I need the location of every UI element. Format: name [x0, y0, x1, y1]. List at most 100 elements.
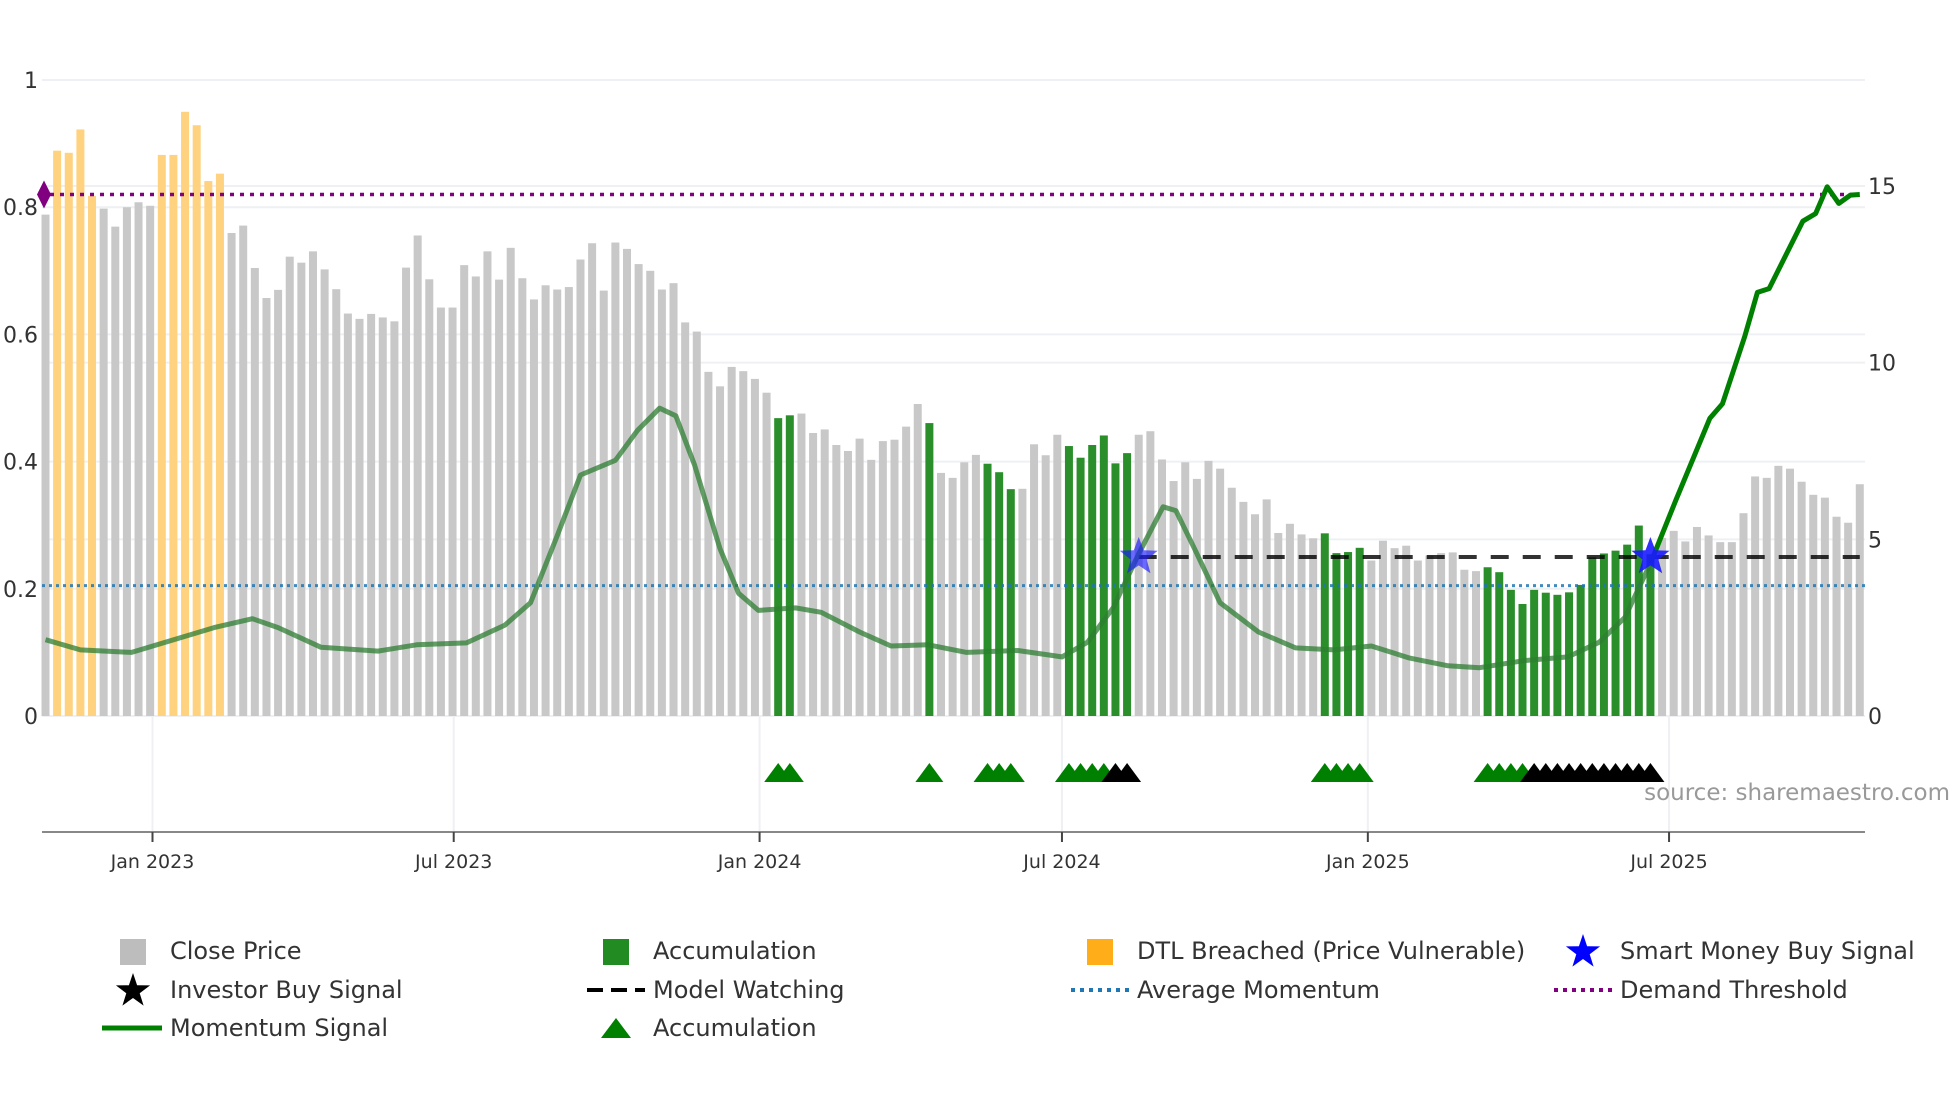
close-price-bar — [1809, 494, 1818, 716]
accumulation-bar — [1332, 553, 1341, 716]
close-price-bar — [820, 429, 829, 716]
close-price-bar — [343, 313, 352, 716]
accumulation-bar — [1495, 572, 1504, 716]
left-axis-tick-label: 1 — [24, 69, 38, 94]
dtl-breached-bar — [76, 129, 85, 716]
close-price-bar — [809, 432, 818, 716]
close-price-bar — [913, 404, 922, 716]
dtl-breached-bar — [169, 154, 178, 716]
close-price-bar — [762, 392, 771, 716]
close-price-bar — [727, 366, 736, 716]
close-price-bar — [1820, 497, 1829, 716]
close-price-bar — [890, 439, 899, 716]
close-price-bar — [355, 318, 364, 716]
close-price-bar — [1251, 514, 1260, 716]
accumulation-bar — [995, 472, 1004, 716]
close-price-bar — [739, 371, 748, 716]
close-price-bar — [1844, 522, 1853, 716]
close-price-bar — [471, 276, 480, 716]
close-price-bar — [832, 444, 841, 716]
close-price-bar — [1157, 459, 1166, 716]
left-axis-tick-label: 0.2 — [3, 578, 38, 603]
close-price-bar — [1855, 484, 1864, 716]
accumulation-bar — [1646, 554, 1655, 716]
close-price-bar — [297, 262, 306, 716]
close-price-bar — [843, 451, 852, 716]
accumulation-bar — [1099, 435, 1108, 716]
close-price-bar — [704, 371, 713, 716]
close-price-bar — [250, 267, 259, 716]
close-price-bar — [681, 322, 690, 716]
close-price-bar — [518, 278, 527, 716]
close-price-bar — [1297, 534, 1306, 716]
close-price-bar — [529, 299, 538, 716]
close-price-bar — [960, 462, 969, 716]
close-price-bar — [1425, 555, 1434, 716]
close-price-bar — [146, 205, 155, 716]
close-price-bar — [1018, 488, 1027, 716]
close-price-bar — [134, 202, 143, 717]
close-price-bar — [285, 256, 294, 716]
close-price-bar — [436, 307, 445, 716]
accumulation-triangle — [915, 763, 944, 782]
close-price-bar — [1751, 476, 1760, 716]
right-axis-tick-label: 5 — [1868, 528, 1882, 553]
dtl-breached-bar — [88, 195, 97, 717]
accumulation-bar — [1506, 589, 1515, 716]
accumulation-bar — [1541, 592, 1550, 716]
accumulation-bar — [1006, 489, 1015, 716]
left-axis-tick-label: 0 — [24, 705, 38, 730]
close-price-bar — [122, 207, 131, 716]
close-price-bar — [506, 247, 515, 717]
close-price-bar — [227, 232, 236, 716]
close-price-bar — [1134, 434, 1143, 716]
close-price-bar — [623, 248, 631, 717]
accumulation-bar — [1344, 552, 1353, 716]
close-price-bar — [239, 225, 248, 716]
close-price-bar — [692, 331, 701, 716]
close-price-bar — [1437, 553, 1446, 716]
accumulation-bar — [1320, 533, 1329, 716]
left-axis-tick-label: 0.4 — [3, 451, 38, 476]
close-price-bar — [1832, 516, 1841, 716]
close-price-bar — [855, 438, 864, 716]
close-price-bar — [1797, 481, 1806, 716]
close-price-bar — [1774, 465, 1783, 716]
close-price-bar — [611, 242, 620, 717]
accumulation-bar — [774, 418, 783, 716]
accumulation-bar — [1611, 550, 1620, 716]
close-price-bar — [902, 426, 911, 716]
close-price-bar — [1390, 548, 1399, 716]
close-price-bar — [541, 285, 550, 716]
close-price-bar — [1727, 542, 1736, 716]
dtl-breached-bar — [192, 125, 201, 716]
dtl-breached-bar — [64, 152, 73, 716]
close-price-bar — [367, 313, 376, 716]
close-price-bar — [646, 270, 655, 716]
dtl-breached-bar — [215, 173, 224, 717]
dtl-breached-bar — [204, 181, 213, 716]
x-axis-tick-label: Jan 2025 — [1325, 851, 1410, 873]
close-price-bar — [797, 413, 806, 716]
close-price-bar — [99, 208, 108, 716]
close-price-bar — [483, 251, 492, 716]
close-price-bar — [495, 279, 504, 716]
dtl-breached-bar — [181, 111, 190, 717]
close-price-bar — [448, 307, 457, 716]
close-price-bar — [1786, 468, 1794, 716]
accumulation-bar — [983, 463, 992, 716]
close-price-bar — [1669, 530, 1678, 716]
close-price-bar — [1053, 434, 1062, 716]
accumulation-bar — [1623, 544, 1632, 716]
close-price-bar — [1262, 499, 1271, 716]
x-axis-tick-label: Jul 2024 — [1022, 851, 1100, 873]
close-price-bar — [1716, 542, 1725, 716]
price-bars — [41, 111, 1864, 717]
right-axis-tick-label: 10 — [1868, 352, 1896, 377]
accumulation-bar — [1064, 446, 1073, 716]
close-price-bar — [1192, 478, 1201, 716]
close-price-bar — [750, 378, 759, 716]
close-price-bar — [378, 317, 387, 716]
close-price-bar — [948, 477, 957, 716]
dtl-breached-bar — [53, 150, 62, 716]
